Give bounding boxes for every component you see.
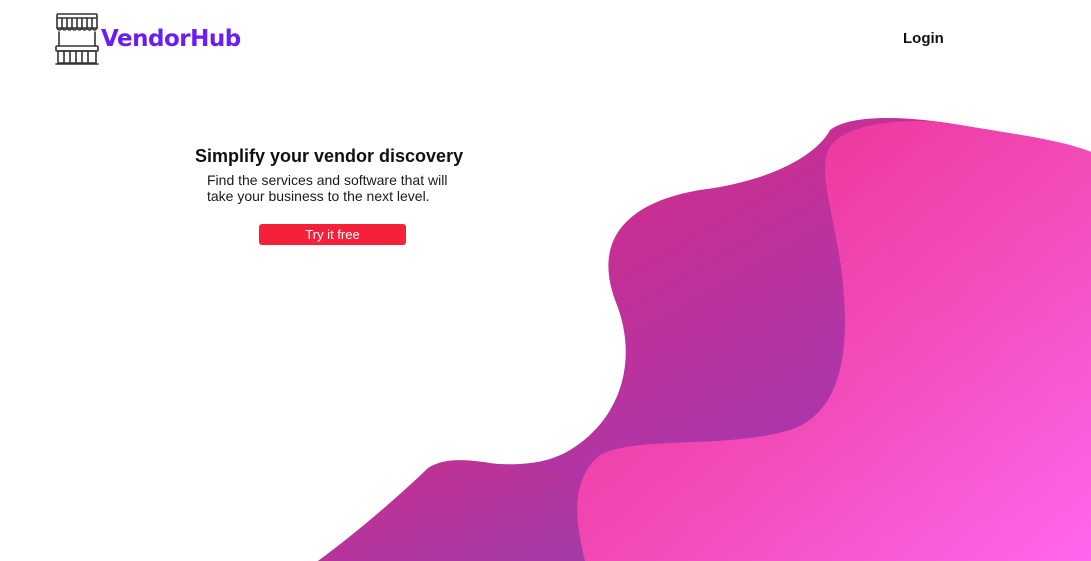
hero-subtitle: Find the services and software that will…: [207, 172, 448, 204]
decorative-wave-background: [318, 118, 1091, 561]
brand-name: VendorHub: [101, 25, 241, 52]
login-link[interactable]: Login: [903, 30, 944, 47]
hero-section: Simplify your vendor discovery Find the …: [195, 145, 495, 245]
site-header: VendorHub Login: [0, 0, 1091, 80]
market-stall-icon: [55, 13, 99, 65]
try-it-free-button[interactable]: Try it free: [259, 224, 406, 245]
brand-logo[interactable]: VendorHub: [54, 12, 241, 66]
landing-page: VendorHub Login Simplify your vendor dis…: [0, 0, 1091, 561]
hero-title: Simplify your vendor discovery: [195, 146, 464, 166]
wave-left-shape: [318, 460, 587, 561]
